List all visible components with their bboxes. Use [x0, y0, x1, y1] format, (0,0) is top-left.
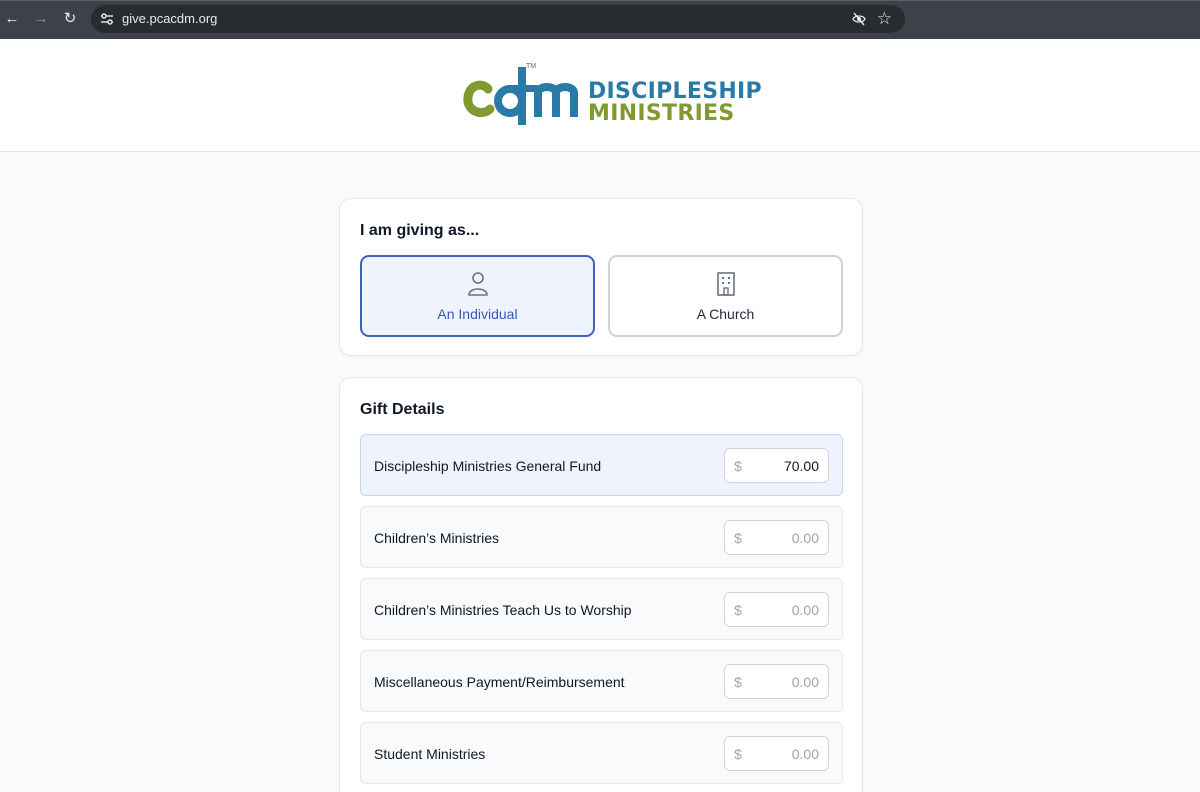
browser-toolbar: ← → ↻ give.pcacdm.org ☆: [0, 0, 1200, 39]
back-icon[interactable]: ←: [1, 9, 23, 29]
cdm-logo[interactable]: TM DISCIPLESHIP MINISTRIES: [460, 63, 762, 129]
gift-details-card: Gift Details Discipleship Ministries Gen…: [339, 377, 863, 792]
fund-name: Student Ministries: [374, 746, 486, 762]
address-bar[interactable]: give.pcacdm.org ☆: [91, 5, 905, 33]
individual-option-label: An Individual: [437, 306, 518, 322]
amount-field[interactable]: $: [724, 736, 829, 771]
tracking-protection-icon[interactable]: [851, 11, 867, 27]
amount-input-teach-us-to-worship[interactable]: [747, 594, 819, 625]
dollar-sign: $: [734, 458, 742, 474]
amount-input-general[interactable]: [747, 450, 819, 481]
amount-input-miscellaneous[interactable]: [747, 666, 819, 697]
fund-row-teach-us-to-worship[interactable]: Children’s Ministries Teach Us to Worshi…: [360, 578, 843, 640]
amount-field[interactable]: $: [724, 664, 829, 699]
fund-name: Miscellaneous Payment/Reimbursement: [374, 674, 625, 690]
fund-row-general[interactable]: Discipleship Ministries General Fund $: [360, 434, 843, 496]
fund-name: Children’s Ministries: [374, 530, 500, 546]
individual-option[interactable]: An Individual: [360, 255, 595, 337]
amount-field[interactable]: $: [724, 448, 829, 483]
giving-type-title: I am giving as...: [360, 222, 480, 239]
amount-field[interactable]: $: [724, 520, 829, 555]
cdm-logo-mark: [463, 67, 578, 125]
dollar-sign: $: [734, 602, 742, 618]
site-settings-icon[interactable]: [99, 11, 115, 27]
logo-text-ministries: MINISTRIES: [588, 101, 735, 126]
fund-row-miscellaneous[interactable]: Miscellaneous Payment/Reimbursement $: [360, 650, 843, 712]
trademark-symbol: TM: [526, 63, 537, 70]
fund-row-childrens[interactable]: Children’s Ministries $: [360, 506, 843, 568]
reload-icon[interactable]: ↻: [59, 9, 81, 29]
amount-input-childrens[interactable]: [747, 522, 819, 553]
forward-icon[interactable]: →: [30, 9, 52, 29]
dollar-sign: $: [734, 674, 742, 690]
url-text[interactable]: give.pcacdm.org: [122, 11, 217, 27]
person-icon: [467, 272, 488, 296]
toolbar-divider: [0, 0, 1200, 1]
church-option[interactable]: A Church: [608, 255, 843, 337]
dollar-sign: $: [734, 746, 742, 762]
dollar-sign: $: [734, 530, 742, 546]
amount-field[interactable]: $: [724, 592, 829, 627]
logo-text-discipleship: DISCIPLESHIP: [588, 79, 762, 104]
site-header: TM DISCIPLESHIP MINISTRIES: [0, 39, 1200, 152]
building-icon: [716, 272, 735, 296]
amount-input-student[interactable]: [747, 738, 819, 769]
giving-type-card: I am giving as... An Individual A Church: [339, 198, 863, 356]
church-option-label: A Church: [696, 306, 755, 322]
gift-details-title: Gift Details: [360, 401, 445, 418]
fund-name: Discipleship Ministries General Fund: [374, 458, 602, 474]
bookmark-star-icon[interactable]: ☆: [877, 9, 892, 29]
fund-name: Children’s Ministries Teach Us to Worshi…: [374, 602, 632, 618]
fund-row-student[interactable]: Student Ministries $: [360, 722, 843, 784]
